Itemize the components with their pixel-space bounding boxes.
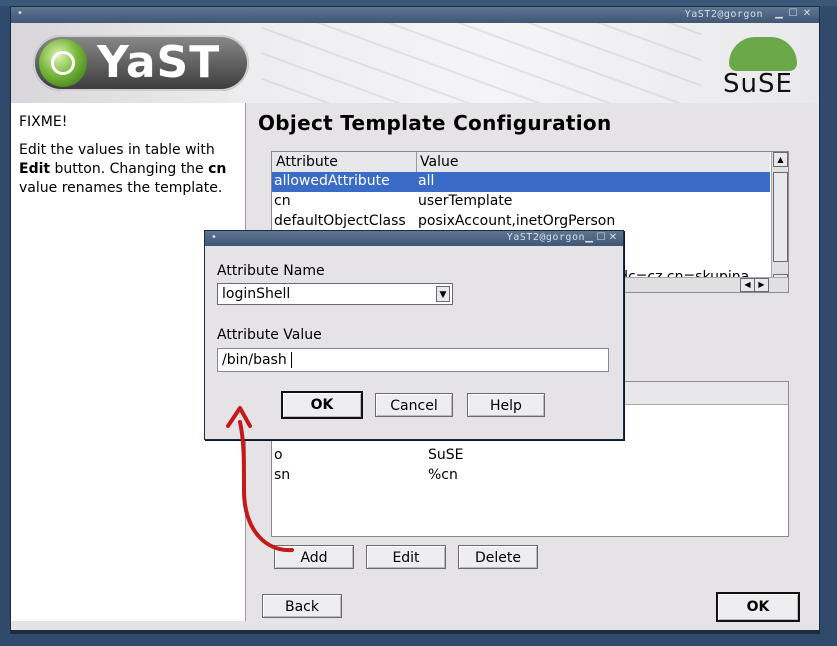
dialog-help-button[interactable]: Help [467,393,545,417]
window-menu-icon[interactable]: • [17,8,23,19]
attribute-value-text: /bin/bash [222,352,287,368]
column-header-attribute[interactable]: Attribute [276,154,338,170]
attribute-value-label: Attribute Value [217,327,322,343]
attribute-edit-dialog: • YaST2@gorgon ▁ ☐ ✕ Attribute Name logi… [204,230,624,440]
window-menu-icon[interactable]: • [211,232,217,243]
chevron-down-icon[interactable]: ▼ [436,286,450,302]
edit-button-label: Edit [392,550,420,566]
table-row[interactable]: o SuSE [272,446,788,466]
help-text-part: Edit the values in table with [19,142,215,158]
yast-banner: YaST SuSE [11,23,819,103]
delete-button-label: Delete [475,550,521,566]
dialog-ok-button[interactable]: OK [281,391,363,419]
yast-logo-text: YaST [97,37,221,88]
dialog-help-label: Help [490,398,522,414]
suse-logo-text: SuSE [723,69,793,99]
suse-logo: SuSE [719,33,805,99]
dialog-ok-label: OK [310,397,334,413]
minimize-icon[interactable]: ▁ [773,8,785,20]
edit-button[interactable]: Edit [366,545,446,569]
chameleon-icon [729,37,797,71]
attribute-name-value: loginShell [222,286,291,302]
table-header: Attribute Value [272,152,770,173]
cell-attribute: o [274,447,283,463]
back-button[interactable]: Back [262,594,342,618]
main-titlebar[interactable]: • YaST2@gorgon ▁ ☐ ✕ [11,7,819,23]
main-window-title: YaST2@gorgon [684,9,763,20]
vertical-scrollbar[interactable]: ▲ ▼ [771,152,788,290]
scroll-right-arrow-icon[interactable]: ▶ [754,278,769,292]
ok-button[interactable]: OK [716,592,800,622]
cell-attribute: allowedAttribute [274,173,390,189]
delete-button[interactable]: Delete [458,545,538,569]
cell-value: posixAccount,inetOrgPerson [418,213,616,229]
table-row[interactable]: sn %cn [272,466,788,486]
help-text: Edit the values in table with Edit butto… [11,132,245,198]
attribute-value-input[interactable]: /bin/bash [217,348,609,372]
cell-attribute: sn [274,467,291,483]
help-text-part: value renames the template. [19,180,223,196]
dialog-cancel-label: Cancel [390,398,438,414]
column-header-value[interactable]: Value [420,154,458,170]
dialog-title: YaST2@gorgon [506,232,585,243]
dialog-titlebar[interactable]: • YaST2@gorgon ▁ ☐ ✕ [205,231,623,246]
help-text-bold-cn: cn [208,161,227,177]
maximize-icon[interactable]: ☐ [595,232,607,244]
keyboard-background-image [261,23,701,103]
scroll-left-arrow-icon[interactable]: ◀ [740,278,755,292]
yast-logo: YaST [33,35,249,91]
attribute-name-combo[interactable]: loginShell ▼ [217,283,453,305]
back-button-label: Back [285,599,319,615]
page-title: Object Template Configuration [258,111,612,135]
desktop-panel-edge [10,630,820,634]
close-icon[interactable]: ✕ [607,232,619,244]
help-text-part: button. Changing the [50,161,209,177]
suse-gecko-ball-icon [39,39,87,87]
scrollbar-thumb[interactable] [773,172,788,262]
cell-value: %cn [428,467,458,483]
minimize-icon[interactable]: ▁ [583,232,595,244]
add-button[interactable]: Add [274,545,354,569]
table-row[interactable]: defaultObjectClass posixAccount,inetOrgP… [272,212,770,232]
maximize-icon[interactable]: ☐ [787,8,799,20]
cell-attribute: defaultObjectClass [274,213,406,229]
help-fixme: FIXME! [19,114,68,130]
help-text-bold-edit: Edit [19,161,51,177]
cell-value: userTemplate [418,193,513,209]
ok-button-label: OK [746,599,770,615]
cell-value: all [418,173,435,189]
cell-attribute: cn [274,193,291,209]
table-row[interactable]: cn userTemplate [272,192,770,212]
text-caret [291,352,292,368]
cell-value: SuSE [428,447,464,463]
close-icon[interactable]: ✕ [801,8,813,20]
attribute-name-label: Attribute Name [217,263,325,279]
table-row[interactable]: allowedAttribute all [272,172,770,192]
scroll-up-arrow-icon[interactable]: ▲ [773,152,788,167]
add-button-label: Add [300,550,328,566]
dialog-cancel-button[interactable]: Cancel [375,393,453,417]
